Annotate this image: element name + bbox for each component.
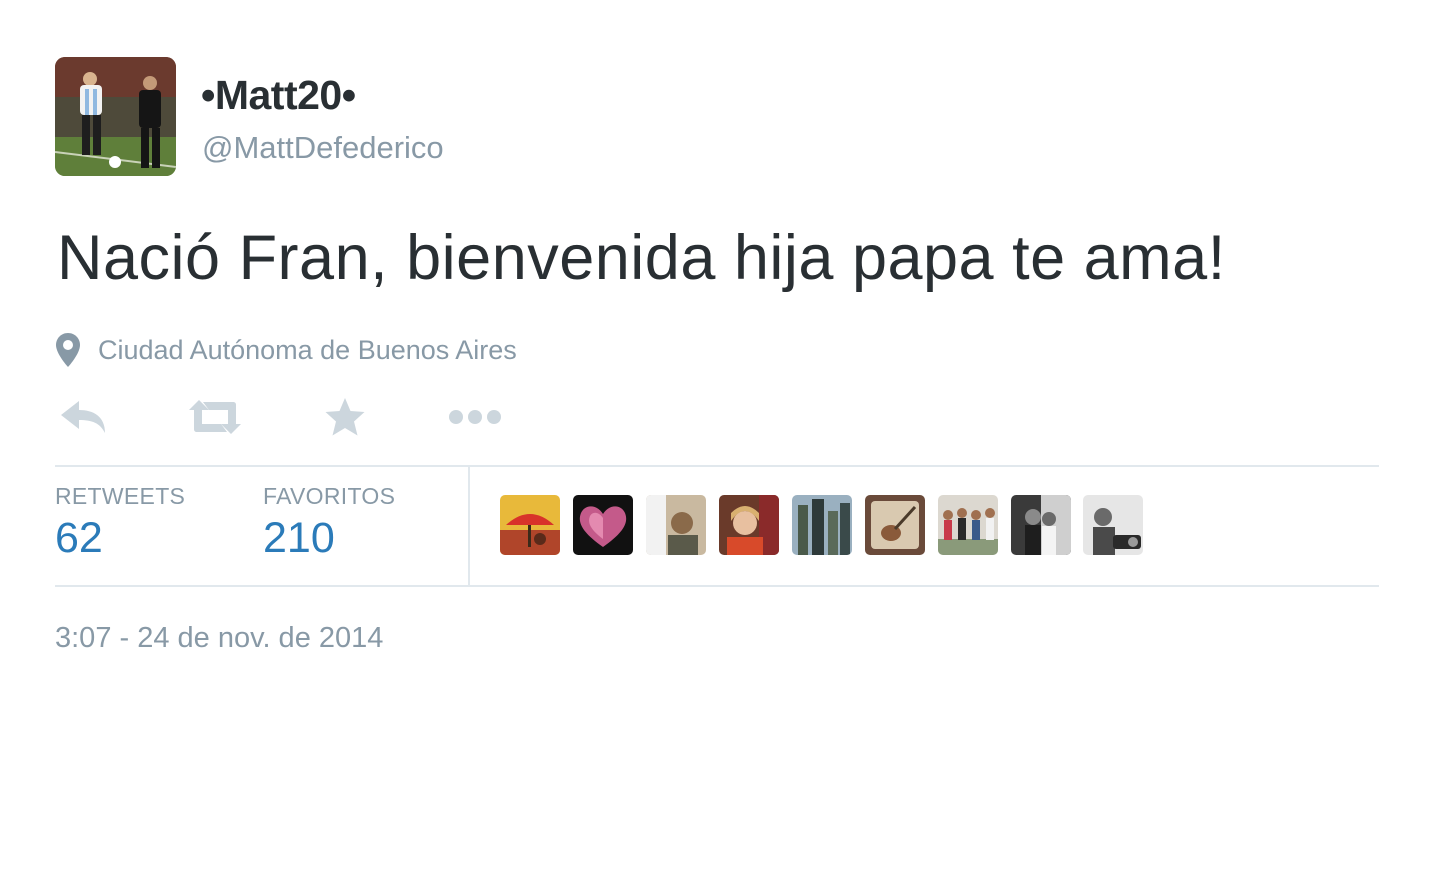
user-avatar[interactable]: [55, 57, 176, 176]
favoriter-avatar[interactable]: [1011, 495, 1071, 555]
retweets-label: RETWEETS: [55, 483, 186, 509]
favoriter-avatar[interactable]: [500, 495, 560, 555]
retweet-button[interactable]: [185, 393, 245, 441]
favoriter-avatar[interactable]: [646, 495, 706, 555]
favorites-label: FAVORITOS: [263, 483, 396, 509]
retweets-count: 62: [55, 514, 103, 562]
retweets-stat[interactable]: RETWEETS 62: [55, 483, 185, 563]
heart-photo-avatar: [573, 495, 633, 555]
couple-photo-avatar: [1011, 495, 1071, 555]
reply-button[interactable]: [57, 393, 109, 441]
woman-photo-avatar: [719, 495, 779, 555]
bw-person-photo-avatar: [1083, 495, 1143, 555]
tweet-stats: RETWEETS 62 FAVORITOS 210: [55, 465, 1379, 587]
favoriter-avatar[interactable]: [573, 495, 633, 555]
favoriter-avatar[interactable]: [938, 495, 998, 555]
favoriter-avatar[interactable]: [865, 495, 925, 555]
display-name[interactable]: •Matt20•: [201, 72, 356, 119]
favoriter-avatar[interactable]: [1083, 495, 1143, 555]
tweet-timestamp[interactable]: 3:07 - 24 de nov. de 2014: [55, 622, 383, 655]
reply-icon: [61, 401, 105, 433]
footballer-photo-avatar: [55, 57, 176, 176]
more-button[interactable]: [445, 393, 505, 441]
city-photo-avatar: [792, 495, 852, 555]
more-dots-icon: [449, 410, 501, 424]
star-icon: [325, 398, 365, 436]
favoriter-avatar[interactable]: [792, 495, 852, 555]
location-text: Ciudad Autónoma de Buenos Aires: [98, 334, 517, 365]
favorite-button[interactable]: [321, 393, 369, 441]
guitar-photo-avatar: [865, 495, 925, 555]
person-photo-avatar: [646, 495, 706, 555]
favorites-count: 210: [263, 514, 335, 562]
user-handle[interactable]: @MattDefederico: [202, 130, 444, 166]
tweet-card: •Matt20• @MattDefederico Nació Fran, bie…: [0, 0, 1440, 883]
umbrella-photo-avatar: [500, 495, 560, 555]
favoriter-avatar[interactable]: [719, 495, 779, 555]
tweet-location[interactable]: Ciudad Autónoma de Buenos Aires: [55, 330, 517, 370]
retweet-icon: [189, 400, 241, 434]
favorites-stat[interactable]: FAVORITOS 210: [263, 483, 395, 563]
tweet-text: Nació Fran, bienvenida hija papa te ama!: [57, 223, 1226, 293]
group-photo-avatar: [938, 495, 998, 555]
stats-divider: [468, 467, 470, 585]
location-pin-icon: [56, 333, 80, 367]
